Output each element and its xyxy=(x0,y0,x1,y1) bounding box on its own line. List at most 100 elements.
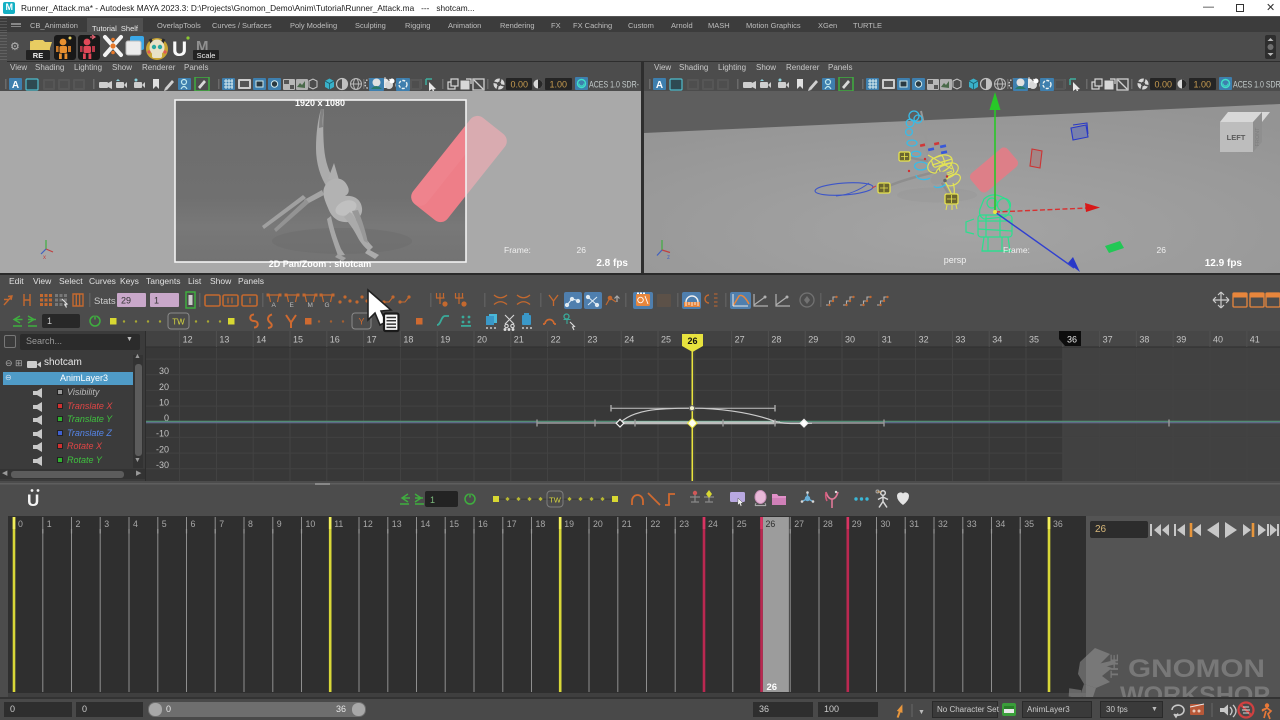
svg-text:7: 7 xyxy=(219,519,224,529)
svg-text:12.9 fps: 12.9 fps xyxy=(1205,258,1243,269)
svg-text:Frame:: Frame: xyxy=(1003,245,1030,255)
svg-text:14: 14 xyxy=(256,335,266,345)
svg-text:33: 33 xyxy=(955,335,965,345)
svg-text:37: 37 xyxy=(1103,335,1113,345)
svg-text:-10: -10 xyxy=(156,429,169,439)
svg-text:40: 40 xyxy=(1213,335,1223,345)
svg-text:24: 24 xyxy=(708,519,718,529)
svg-text:A: A xyxy=(12,80,19,91)
svg-text:3: 3 xyxy=(104,519,109,529)
svg-text:1.00: 1.00 xyxy=(549,80,567,90)
svg-text:29: 29 xyxy=(121,296,131,306)
svg-text:16: 16 xyxy=(478,519,488,529)
svg-text:1: 1 xyxy=(47,316,52,326)
svg-text:15: 15 xyxy=(449,519,459,529)
svg-text:Frame:: Frame: xyxy=(504,245,531,255)
svg-text:39: 39 xyxy=(1176,335,1186,345)
svg-text:23: 23 xyxy=(679,519,689,529)
svg-text:31: 31 xyxy=(882,335,892,345)
svg-text:27: 27 xyxy=(735,335,745,345)
svg-text:2.8 fps: 2.8 fps xyxy=(596,258,628,269)
svg-text:21: 21 xyxy=(622,519,632,529)
svg-text:12: 12 xyxy=(363,519,373,529)
svg-text:1: 1 xyxy=(430,495,435,505)
svg-text:35: 35 xyxy=(1024,519,1034,529)
svg-text:20: 20 xyxy=(159,382,169,392)
svg-text:GNOMON: GNOMON xyxy=(1128,655,1265,683)
svg-text:26: 26 xyxy=(687,336,697,346)
svg-text:28: 28 xyxy=(823,519,833,529)
svg-text:34: 34 xyxy=(992,335,1002,345)
svg-text:1.00: 1.00 xyxy=(1193,80,1211,90)
svg-text:38: 38 xyxy=(1139,335,1149,345)
svg-text:26: 26 xyxy=(1157,245,1167,255)
svg-text:THE: THE xyxy=(1109,654,1121,678)
svg-text:E: E xyxy=(290,302,295,309)
svg-text:1: 1 xyxy=(154,296,159,306)
svg-text:G: G xyxy=(325,302,330,309)
svg-text:Stats: Stats xyxy=(94,296,116,307)
svg-text:10: 10 xyxy=(306,519,316,529)
svg-text:ACES 1.0 SDR-: ACES 1.0 SDR- xyxy=(1233,80,1280,91)
svg-text:28: 28 xyxy=(771,335,781,345)
svg-text:41: 41 xyxy=(1250,335,1260,345)
svg-text:14: 14 xyxy=(421,519,431,529)
svg-text:0: 0 xyxy=(18,519,23,529)
svg-text:-30: -30 xyxy=(156,460,169,470)
svg-text:z: z xyxy=(667,255,670,261)
svg-text:26: 26 xyxy=(767,682,778,693)
svg-text:20: 20 xyxy=(593,519,603,529)
svg-text:26: 26 xyxy=(577,245,587,255)
svg-text:5: 5 xyxy=(162,519,167,529)
svg-text:ACES 1.0 SDR-: ACES 1.0 SDR- xyxy=(589,80,639,91)
svg-text:4: 4 xyxy=(133,519,138,529)
svg-text:17: 17 xyxy=(507,519,517,529)
svg-text:22: 22 xyxy=(551,335,561,345)
svg-text:1920 x 1080: 1920 x 1080 xyxy=(295,98,345,108)
svg-text:18: 18 xyxy=(536,519,546,529)
svg-text:19: 19 xyxy=(564,519,574,529)
svg-text:LEFT: LEFT xyxy=(1227,133,1246,142)
svg-text:TW: TW xyxy=(172,318,185,327)
svg-text:36: 36 xyxy=(1067,335,1077,345)
svg-text:35: 35 xyxy=(1029,335,1039,345)
svg-text:A: A xyxy=(656,80,663,91)
svg-text:12: 12 xyxy=(183,335,193,345)
svg-text:30: 30 xyxy=(881,519,891,529)
svg-text:TW: TW xyxy=(549,496,562,505)
svg-text:16: 16 xyxy=(330,335,340,345)
svg-text:persp: persp xyxy=(944,255,967,265)
svg-text:10: 10 xyxy=(159,397,169,407)
svg-text:25: 25 xyxy=(737,519,747,529)
svg-text:21: 21 xyxy=(514,335,524,345)
svg-text:0.00: 0.00 xyxy=(510,80,528,90)
svg-text:30: 30 xyxy=(845,335,855,345)
svg-text:20: 20 xyxy=(477,335,487,345)
svg-text:31: 31 xyxy=(909,519,919,529)
svg-text:RE: RE xyxy=(33,51,43,60)
svg-text:0.00: 0.00 xyxy=(1154,80,1172,90)
svg-text:26: 26 xyxy=(766,519,776,529)
svg-text:30: 30 xyxy=(159,366,169,376)
svg-text:36: 36 xyxy=(1053,519,1063,529)
svg-text:8: 8 xyxy=(248,519,253,529)
svg-text:Scale: Scale xyxy=(197,51,216,60)
svg-text:9: 9 xyxy=(277,519,282,529)
svg-text:29: 29 xyxy=(852,519,862,529)
svg-text:2: 2 xyxy=(76,519,81,529)
svg-text:24: 24 xyxy=(624,335,634,345)
svg-text:x: x xyxy=(43,255,46,261)
svg-text:13: 13 xyxy=(219,335,229,345)
svg-text:15: 15 xyxy=(293,335,303,345)
svg-text:33: 33 xyxy=(967,519,977,529)
svg-text:-20: -20 xyxy=(156,444,169,454)
svg-text:19: 19 xyxy=(440,335,450,345)
svg-text:32: 32 xyxy=(938,519,948,529)
svg-text:▼: ▼ xyxy=(918,709,925,716)
svg-text:FRONT: FRONT xyxy=(1255,127,1261,147)
svg-text:34: 34 xyxy=(996,519,1006,529)
svg-text:22: 22 xyxy=(651,519,661,529)
svg-text:25: 25 xyxy=(661,335,671,345)
svg-text:11: 11 xyxy=(334,519,343,529)
svg-text:29: 29 xyxy=(808,335,818,345)
